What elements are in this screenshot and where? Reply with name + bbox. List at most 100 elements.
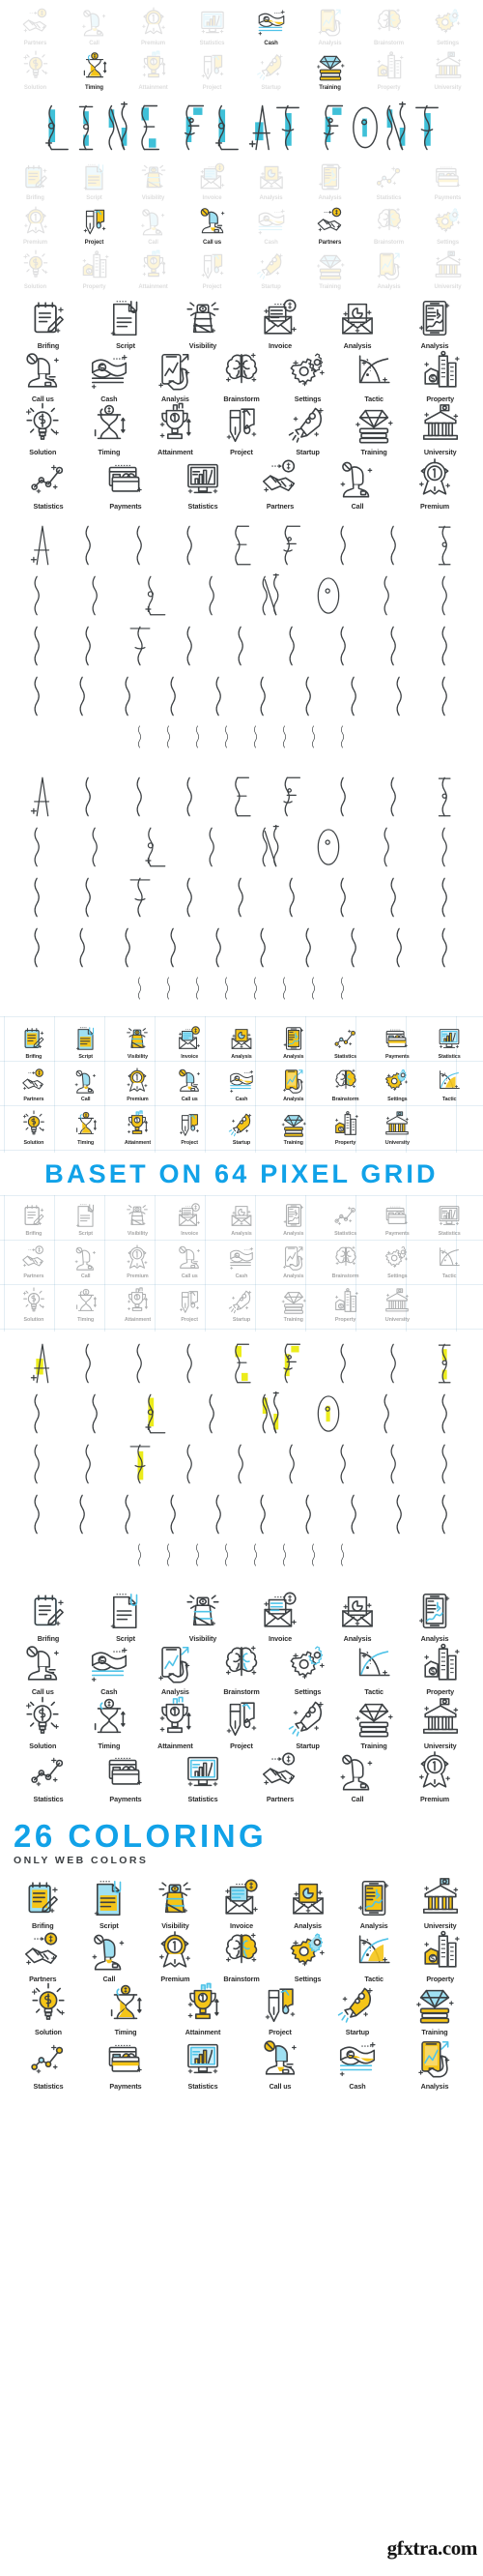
icon-cell[interactable]: Timing [87, 1982, 164, 2036]
icon-cell[interactable]: Cash [319, 2036, 396, 2090]
icon-cell[interactable]: Payments [87, 1749, 164, 1802]
icon-cell[interactable]: Statistics [10, 2036, 87, 2090]
hero-icon-cell[interactable]: Startup [242, 50, 300, 91]
glyph-![interactable] [190, 1542, 206, 1567]
glyph-1[interactable] [69, 674, 98, 718]
icon-cell[interactable]: University [407, 1696, 473, 1749]
hero-icon-cell[interactable]: Brainstorm [359, 6, 418, 46]
icon-cell[interactable]: Premium [396, 1749, 473, 1802]
icon-cell[interactable]: Brifing [10, 296, 87, 349]
glyph-H[interactable] [380, 1341, 409, 1386]
glyph-E[interactable] [227, 523, 256, 568]
glyph-Z[interactable] [431, 875, 460, 920]
icon-cell[interactable]: Statistics [423, 1197, 475, 1240]
icon-cell[interactable]: Project [209, 1696, 275, 1749]
icon-cell[interactable]: Script [60, 1020, 112, 1063]
glyph-S[interactable] [74, 1442, 103, 1486]
hero-icon-cell[interactable]: Cash [242, 205, 300, 246]
glyph-,[interactable] [161, 976, 177, 1001]
glyph-X[interactable] [329, 1442, 358, 1486]
glyph-R[interactable] [23, 624, 52, 668]
glyph-8[interactable] [385, 1492, 414, 1537]
icon-cell[interactable]: Attainment [112, 1106, 164, 1149]
glyph-V[interactable] [227, 1442, 256, 1486]
icon-cell[interactable]: Call us [10, 349, 76, 402]
hero-icon-cell[interactable]: Analysis [359, 249, 418, 290]
glyph-M[interactable] [198, 573, 227, 618]
glyph-E[interactable] [227, 775, 256, 819]
glyph-)[interactable] [277, 724, 293, 749]
icon-cell[interactable]: Property [407, 1642, 473, 1696]
glyph-;[interactable] [306, 724, 322, 749]
icon-cell[interactable]: Statistics [10, 1749, 87, 1802]
glyph-2[interactable] [114, 1492, 143, 1537]
icon-cell[interactable]: Settings [274, 1929, 341, 1982]
icon-cell[interactable]: Settings [274, 1642, 341, 1696]
glyph-K[interactable] [81, 1391, 110, 1436]
glyph-C[interactable] [126, 1341, 155, 1386]
hero-icon-cell[interactable]: Analysis [242, 161, 300, 201]
icon-cell[interactable]: Call [60, 1063, 112, 1105]
icon-cell[interactable]: Cash [76, 349, 143, 402]
icon-cell[interactable]: Call [60, 1240, 112, 1282]
icon-cell[interactable]: Project [209, 402, 275, 456]
icon-cell[interactable]: Call us [163, 1063, 215, 1105]
glyph-2[interactable] [114, 674, 143, 718]
icon-cell[interactable]: Partners [8, 1240, 60, 1282]
glyph-E[interactable] [227, 1341, 256, 1386]
icon-cell[interactable]: Analysis [341, 1876, 408, 1929]
hero-icon-cell[interactable]: Attainment [124, 249, 183, 290]
icon-cell[interactable]: Analysis [319, 1589, 396, 1642]
icon-cell[interactable]: Call [319, 456, 396, 510]
glyph-F[interactable] [278, 523, 307, 568]
glyph-F[interactable] [278, 1341, 307, 1386]
hero-icon-cell[interactable]: Analysis [300, 6, 359, 46]
glyph-I[interactable] [431, 523, 460, 568]
hero-icon-cell[interactable]: Property [359, 50, 418, 91]
icon-cell[interactable]: Property [320, 1283, 372, 1326]
glyph-O[interactable] [314, 825, 343, 869]
icon-cell[interactable]: Analysis [319, 296, 396, 349]
glyph-B[interactable] [74, 775, 103, 819]
glyph-A[interactable] [23, 1341, 52, 1386]
glyph-T[interactable] [126, 1442, 155, 1486]
glyph-D[interactable] [176, 523, 205, 568]
icon-cell[interactable]: Premium [112, 1240, 164, 1282]
icon-cell[interactable]: Solution [10, 402, 76, 456]
icon-cell[interactable]: Statistics [320, 1197, 372, 1240]
glyph-:[interactable] [335, 976, 351, 1001]
icon-cell[interactable]: Tactic [341, 1642, 408, 1696]
glyph-7[interactable] [340, 674, 369, 718]
icon-cell[interactable]: University [371, 1283, 423, 1326]
icon-cell[interactable]: Premium [142, 1929, 209, 1982]
icon-cell[interactable]: Property [407, 349, 473, 402]
glyph-U[interactable] [176, 624, 205, 668]
glyph-R[interactable] [23, 875, 52, 920]
glyph-0[interactable] [23, 925, 52, 970]
glyph-6[interactable] [295, 674, 324, 718]
icon-cell[interactable]: Script [76, 1876, 143, 1929]
icon-cell[interactable]: Analysis [215, 1197, 268, 1240]
glyph-F[interactable] [278, 775, 307, 819]
hero-icon-cell[interactable]: Invoice [183, 161, 242, 201]
glyph-B[interactable] [74, 523, 103, 568]
icon-cell[interactable]: Visibility [142, 1876, 209, 1929]
icon-cell[interactable]: Visibility [112, 1020, 164, 1063]
glyph-&[interactable] [219, 976, 235, 1001]
glyph-S[interactable] [74, 875, 103, 920]
glyph-4[interactable] [205, 674, 234, 718]
icon-cell[interactable]: Attainment [142, 1696, 209, 1749]
glyph-5[interactable] [249, 674, 278, 718]
icon-cell[interactable]: Analysis [142, 1642, 209, 1696]
glyph-;[interactable] [306, 976, 322, 1001]
glyph-X[interactable] [329, 624, 358, 668]
glyph-9[interactable] [431, 925, 460, 970]
icon-cell[interactable]: Brifing [8, 1020, 60, 1063]
icon-cell[interactable]: Settings [274, 349, 341, 402]
hero-icon-cell[interactable]: Solution [6, 50, 65, 91]
glyph-4[interactable] [205, 925, 234, 970]
icon-cell[interactable]: Solution [8, 1283, 60, 1326]
glyph-K[interactable] [81, 825, 110, 869]
icon-cell[interactable]: Timing [60, 1106, 112, 1149]
hero-icon-cell[interactable]: Project [183, 50, 242, 91]
